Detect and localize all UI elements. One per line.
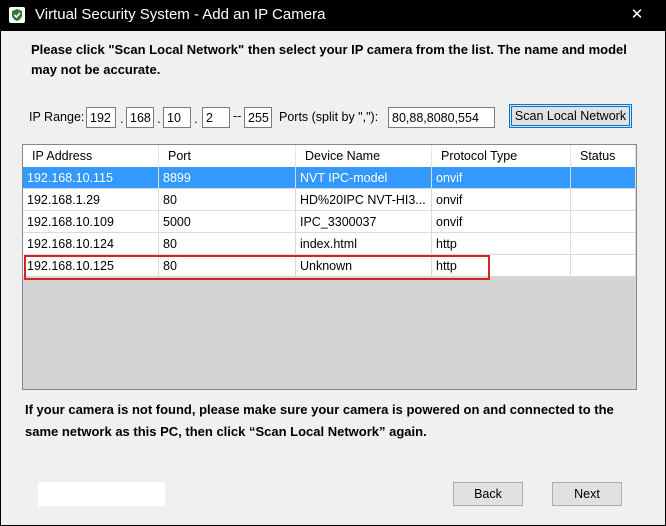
cell-status	[571, 233, 636, 255]
cell-device-name: IPC_3300037	[296, 211, 432, 233]
ip-octet-1-input[interactable]: 192	[86, 107, 116, 128]
scan-button-label: Scan Local Network	[511, 106, 630, 126]
column-header-device-name[interactable]: Device Name	[296, 145, 432, 167]
cell-port: 80	[159, 233, 296, 255]
ip-dot-2: .	[157, 111, 161, 126]
ip-dot-3: .	[194, 111, 198, 126]
cell-port: 80	[159, 189, 296, 211]
cell-device-name: NVT IPC-model	[296, 167, 432, 189]
ip-dot-1: .	[120, 111, 124, 126]
cell-protocol-type: onvif	[432, 167, 571, 189]
ports-input[interactable]: 80,88,8080,554	[388, 107, 495, 128]
ip-octet-2-input[interactable]: 168	[126, 107, 154, 128]
dialog-body: Please click "Scan Local Network" then s…	[1, 31, 665, 525]
cell-device-name: HD%20IPC NVT-HI3...	[296, 189, 432, 211]
ports-label: Ports (split by ","):	[279, 110, 379, 124]
ip-range-end-input[interactable]: 255	[244, 107, 272, 128]
highlight-annotation-box	[24, 255, 490, 280]
cell-status	[571, 255, 636, 277]
scan-local-network-button[interactable]: Scan Local Network	[509, 104, 632, 128]
cell-protocol-type: onvif	[432, 211, 571, 233]
cell-ip-address: 192.168.1.29	[23, 189, 159, 211]
table-row[interactable]: 192.168.1.29 80 HD%20IPC NVT-HI3... onvi…	[23, 189, 636, 211]
instruction-text: Please click "Scan Local Network" then s…	[31, 42, 627, 77]
add-ip-camera-window: Virtual Security System - Add an IP Came…	[0, 0, 666, 526]
window-title: Virtual Security System - Add an IP Came…	[35, 6, 326, 23]
ip-range-dash: --	[233, 109, 242, 123]
cell-ip-address: 192.168.10.115	[23, 167, 159, 189]
title-bar: Virtual Security System - Add an IP Came…	[0, 0, 666, 31]
blank-panel	[38, 482, 165, 506]
ip-octet-4-input[interactable]: 2	[202, 107, 230, 128]
list-header: IP Address Port Device Name Protocol Typ…	[23, 145, 636, 168]
table-row[interactable]: 192.168.10.115 8899 NVT IPC-model onvif	[23, 167, 636, 189]
cell-port: 8899	[159, 167, 296, 189]
table-row[interactable]: 192.168.10.109 5000 IPC_3300037 onvif	[23, 211, 636, 233]
cell-protocol-type: onvif	[432, 189, 571, 211]
ip-octet-3-input[interactable]: 10	[163, 107, 191, 128]
cell-protocol-type: http	[432, 233, 571, 255]
close-icon[interactable]: ✕	[614, 2, 660, 28]
cell-ip-address: 192.168.10.124	[23, 233, 159, 255]
next-button[interactable]: Next	[552, 482, 622, 506]
cell-device-name: index.html	[296, 233, 432, 255]
column-header-ip-address[interactable]: IP Address	[23, 145, 159, 167]
cell-port: 5000	[159, 211, 296, 233]
cell-status	[571, 167, 636, 189]
not-found-help-text: If your camera is not found, please make…	[25, 402, 614, 439]
cell-ip-address: 192.168.10.109	[23, 211, 159, 233]
column-header-protocol-type[interactable]: Protocol Type	[432, 145, 571, 167]
column-header-port[interactable]: Port	[159, 145, 296, 167]
table-row[interactable]: 192.168.10.124 80 index.html http	[23, 233, 636, 255]
cell-status	[571, 211, 636, 233]
column-header-status[interactable]: Status	[571, 145, 636, 167]
shield-icon	[9, 7, 25, 23]
ip-range-label: IP Range:	[29, 110, 85, 124]
cell-status	[571, 189, 636, 211]
back-button[interactable]: Back	[453, 482, 523, 506]
